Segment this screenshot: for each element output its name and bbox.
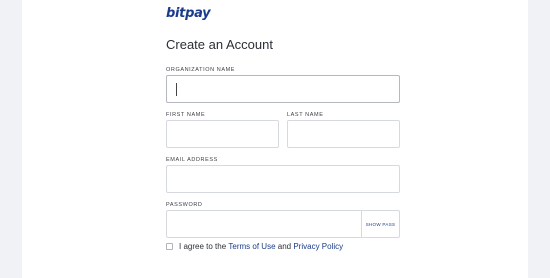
- left-backdrop: [0, 0, 22, 278]
- bitpay-logo[interactable]: bitpay: [166, 6, 211, 21]
- password-label: PASSWORD: [166, 202, 203, 208]
- privacy-policy-link[interactable]: Privacy Policy: [293, 242, 343, 251]
- terms-agreement: I agree to the Terms of Use and Privacy …: [166, 242, 343, 251]
- agree-prefix-text: I agree to the: [179, 242, 227, 251]
- right-backdrop: [528, 0, 550, 278]
- text-caret: [176, 83, 177, 96]
- email-address-input[interactable]: [167, 166, 399, 192]
- organization-name-label: ORGANIZATION NAME: [166, 67, 236, 73]
- email-address-label: EMAIL ADDRESS: [166, 157, 218, 163]
- organization-name-input[interactable]: [167, 76, 399, 102]
- page-title: Create an Account: [166, 37, 273, 52]
- last-name-label: LAST NAME: [287, 112, 324, 118]
- password-input[interactable]: [167, 211, 357, 237]
- agree-and-text: and: [277, 242, 292, 251]
- terms-of-use-link[interactable]: Terms of Use: [228, 242, 275, 251]
- first-name-field[interactable]: [166, 120, 279, 148]
- agree-checkbox[interactable]: [166, 243, 173, 250]
- last-name-field[interactable]: [287, 120, 400, 148]
- organization-name-field[interactable]: [166, 75, 400, 103]
- email-address-field[interactable]: [166, 165, 400, 193]
- show-password-button[interactable]: SHOW PASS: [361, 211, 399, 237]
- first-name-input[interactable]: [167, 121, 278, 147]
- password-field[interactable]: SHOW PASS: [166, 210, 400, 238]
- first-name-label: FIRST NAME: [166, 112, 206, 118]
- last-name-input[interactable]: [288, 121, 399, 147]
